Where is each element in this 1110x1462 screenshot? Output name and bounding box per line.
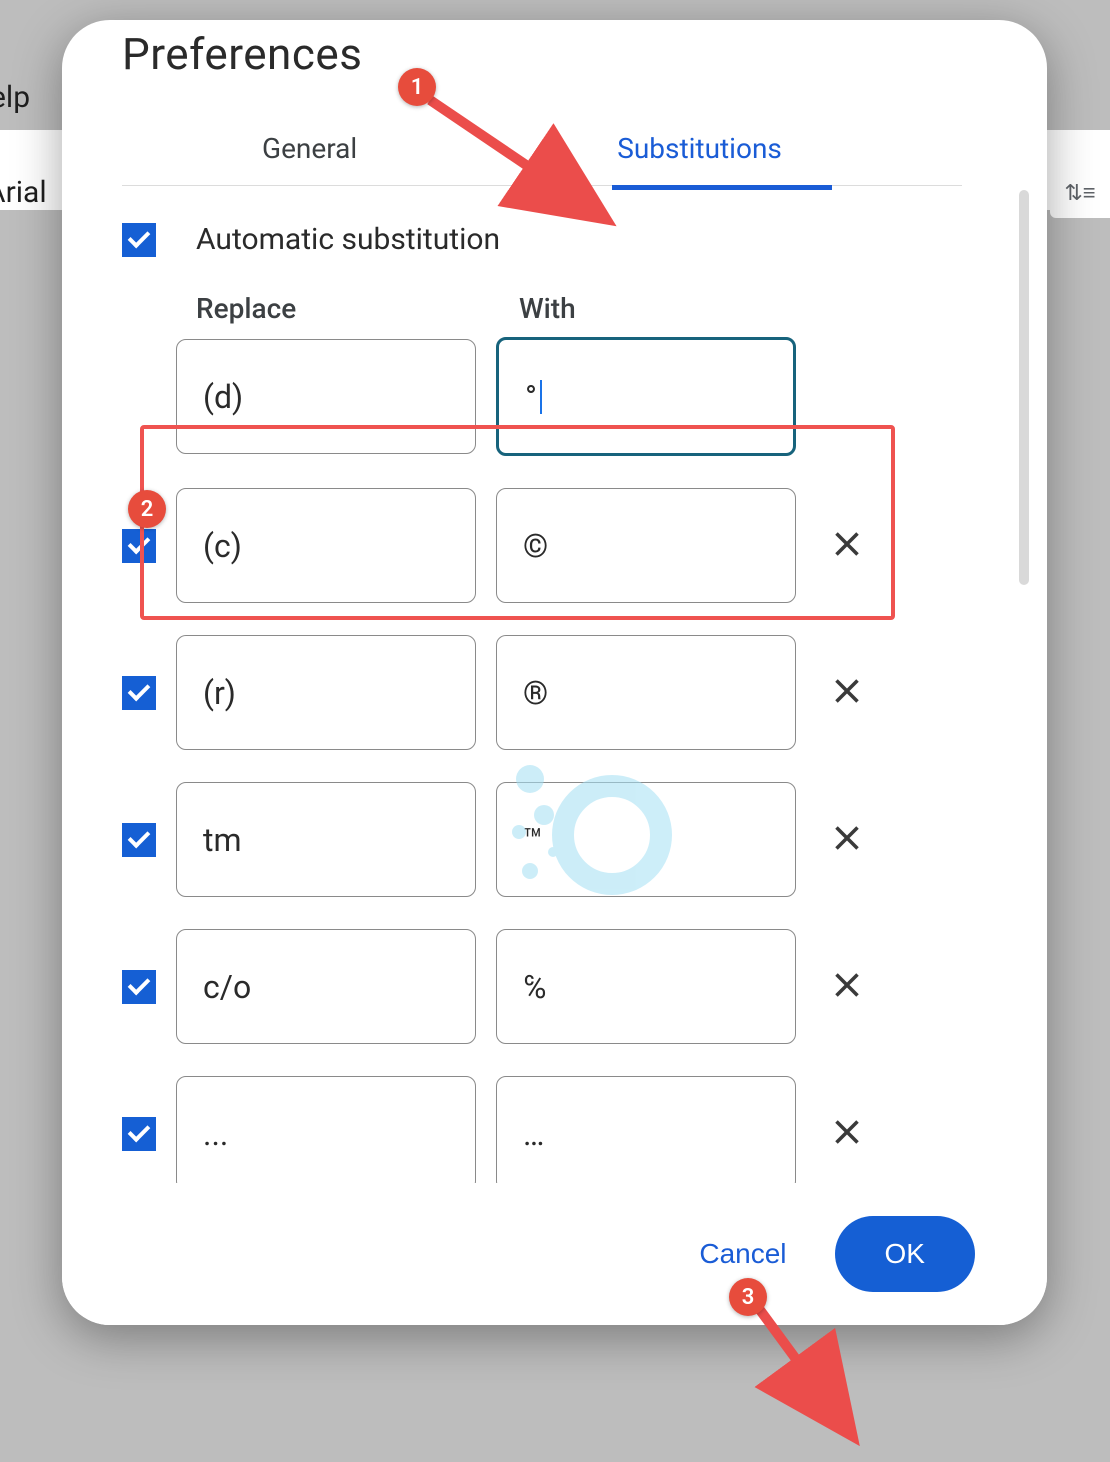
- automatic-substitution-label: Automatic substitution: [196, 222, 500, 257]
- row-checkbox[interactable]: [122, 676, 156, 710]
- ok-button[interactable]: OK: [835, 1216, 975, 1292]
- close-icon: [833, 1118, 861, 1146]
- dialog-title: Preferences: [122, 28, 987, 80]
- active-tab-indicator: [612, 185, 832, 190]
- table-row: tm™: [122, 782, 987, 897]
- delete-row-button[interactable]: [822, 818, 872, 862]
- table-row: (r)®: [122, 635, 987, 750]
- text-caret: [540, 380, 542, 414]
- new-substitution-row: (d) °: [122, 337, 987, 456]
- column-header-replace: Replace: [196, 292, 519, 325]
- close-icon: [833, 530, 861, 558]
- replace-input[interactable]: (r): [176, 635, 476, 750]
- close-icon: [833, 824, 861, 852]
- close-icon: [833, 677, 861, 705]
- row-checkbox[interactable]: [122, 970, 156, 1004]
- tab-bar: General Substitutions: [122, 118, 962, 186]
- with-input[interactable]: ℅: [496, 929, 796, 1044]
- close-icon: [833, 971, 861, 999]
- row-checkbox[interactable]: [122, 823, 156, 857]
- table-row: ...…: [122, 1076, 987, 1183]
- table-row: (c)©: [122, 488, 987, 603]
- delete-row-button[interactable]: [822, 965, 872, 1009]
- automatic-substitution-checkbox[interactable]: [122, 223, 156, 257]
- replace-input[interactable]: ...: [176, 1076, 476, 1183]
- background-font-name: Arial: [0, 175, 47, 210]
- delete-row-button[interactable]: [822, 671, 872, 715]
- row-checkbox[interactable]: [122, 1117, 156, 1151]
- scrollbar-thumb[interactable]: [1019, 190, 1029, 585]
- preferences-dialog: Preferences General Substitutions Automa…: [62, 20, 1047, 1325]
- tab-substitutions[interactable]: Substitutions: [587, 118, 812, 185]
- with-input[interactable]: ©: [496, 488, 796, 603]
- column-header-with: With: [519, 292, 576, 325]
- delete-row-button[interactable]: [822, 524, 872, 568]
- tab-general[interactable]: General: [232, 118, 387, 185]
- annotation-arrow-3: [760, 1310, 848, 1430]
- line-spacing-icon: ⇅≡: [1050, 168, 1110, 218]
- background-menu-help: elp: [0, 80, 30, 115]
- dialog-footer: Cancel OK: [62, 1183, 1047, 1325]
- with-input[interactable]: ®: [496, 635, 796, 750]
- with-input[interactable]: ™: [496, 782, 796, 897]
- new-replace-input[interactable]: (d): [176, 339, 476, 454]
- table-row: c/o℅: [122, 929, 987, 1044]
- with-input[interactable]: …: [496, 1076, 796, 1183]
- replace-input[interactable]: c/o: [176, 929, 476, 1044]
- new-with-input[interactable]: °: [496, 337, 796, 456]
- row-checkbox[interactable]: [122, 529, 156, 563]
- delete-row-button[interactable]: [822, 1112, 872, 1156]
- replace-input[interactable]: tm: [176, 782, 476, 897]
- replace-input[interactable]: (c): [176, 488, 476, 603]
- cancel-button[interactable]: Cancel: [677, 1222, 808, 1286]
